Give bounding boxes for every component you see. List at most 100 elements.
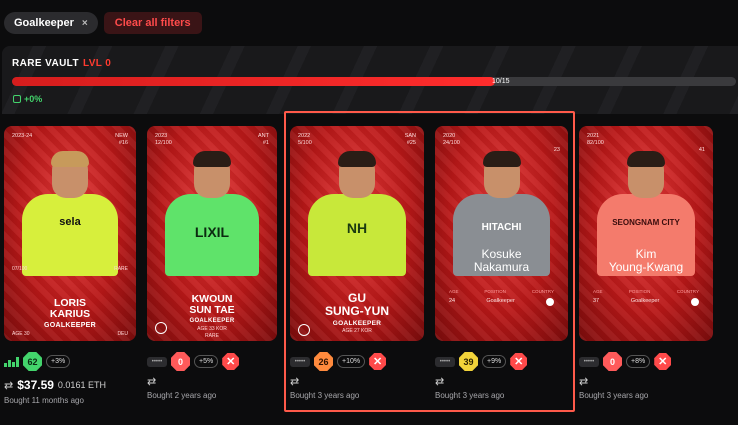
stat-label-country: COUNTRY	[676, 289, 699, 294]
player-position: GOALKEEPER	[189, 318, 235, 324]
card-stat-labels: AGE POSITION COUNTRY	[449, 289, 554, 294]
vault-title-text: RARE VAULT	[12, 58, 79, 69]
player-last-name: KARIUS	[49, 308, 91, 321]
player-card-kim[interactable]: 2021 82/100 41 SEONGNAM CITY Kim Young-Kw…	[579, 126, 713, 341]
player-name: Kim Young-Kwang	[579, 248, 713, 273]
card-serial: 5/100	[298, 140, 312, 146]
player-hair	[627, 151, 665, 167]
player-last-name: SUN TAE	[189, 304, 235, 317]
player-jersey: sela	[22, 194, 118, 276]
country-flag-icon	[691, 298, 699, 306]
stat-label-position: POSITION	[628, 289, 651, 294]
jersey-sponsor: LIXIL	[194, 224, 230, 240]
card-tag: 23	[554, 133, 560, 154]
player-card-karius[interactable]: 2023-24 NEW #16 sela 07/100 RARE LORIS KA…	[4, 126, 136, 341]
swap-icon[interactable]: ⇄	[579, 375, 588, 388]
form-dots-icon: •••••	[147, 356, 167, 367]
score-badge: 0	[603, 352, 622, 371]
jersey-sponsor: SEONGNAM CITY	[612, 218, 680, 227]
card-badge-icon	[155, 322, 167, 334]
bought-date: Bought 11 months ago	[4, 396, 84, 405]
player-image: sela	[22, 148, 118, 276]
card-tag-top: ANT	[258, 133, 269, 139]
player-image: LIXIL	[165, 148, 259, 276]
player-name: KWOUN SUN TAE	[147, 293, 277, 317]
player-card-gu[interactable]: 2022 5/100 SAN #25 NH GU SUNG-YUN GOALKEEP…	[290, 126, 424, 341]
remove-icon[interactable]: ✕	[510, 353, 528, 370]
vault-progress-bar	[12, 77, 736, 86]
player-jersey: NH	[308, 194, 406, 276]
filter-bar: Goalkeeper × Clear all filters	[4, 12, 202, 34]
form-bars-icon	[4, 356, 19, 367]
player-last-name: Nakamura	[473, 259, 530, 274]
card-header: 2023-24 NEW #16	[12, 133, 128, 147]
card-trade-row: ⇄	[147, 375, 156, 388]
card-tag: ANT #1	[258, 133, 269, 147]
player-card-kwoun[interactable]: 2023 12/100 ANT #1 LIXIL KWOUN SUN TAE GOA…	[147, 126, 277, 341]
form-dots-icon: •••••	[290, 356, 310, 367]
player-last-name: Young-Kwang	[608, 259, 684, 274]
swap-icon[interactable]: ⇄	[290, 375, 299, 388]
player-position: Goalkeeper	[486, 298, 515, 304]
remove-icon[interactable]: ✕	[222, 353, 240, 370]
card-tag-num: #25	[406, 140, 416, 146]
player-age: AGE 30	[12, 331, 30, 337]
remove-icon[interactable]: ✕	[654, 353, 672, 370]
card-trade-row: ⇄	[290, 375, 299, 388]
player-country: KOR	[361, 328, 372, 334]
card-trade-row: ⇄	[435, 375, 444, 388]
player-first-name: Kosuke	[481, 247, 522, 261]
card-serial: 82/100	[587, 140, 604, 146]
card-season: 2020	[443, 133, 456, 139]
stat-label-age: AGE	[449, 289, 459, 294]
player-country: DEU	[117, 331, 128, 337]
score-badge: 0	[171, 352, 190, 371]
stat-label-age: AGE	[593, 289, 603, 294]
card-serial: 24/100	[443, 140, 460, 146]
bought-date: Bought 3 years ago	[290, 391, 360, 400]
card-stats-row: ••••• 0 +8% ✕	[579, 352, 672, 371]
bought-date: Bought 3 years ago	[579, 391, 649, 400]
player-age: AGE 27	[342, 328, 360, 334]
vault-gain: +0%	[13, 94, 42, 104]
score-badge: 39	[459, 352, 478, 371]
card-price-eth: 0.0161 ETH	[57, 380, 106, 390]
card-stats-row: ••••• 0 +5% ✕	[147, 352, 240, 371]
vault-level: LVL 0	[82, 58, 112, 69]
score-badge: 62	[23, 352, 42, 371]
stat-label-position: POSITION	[484, 289, 506, 294]
player-age: AGE 33	[197, 326, 215, 332]
clear-all-filters-button[interactable]: Clear all filters	[103, 12, 202, 34]
filter-chip-goalkeeper[interactable]: Goalkeeper ×	[4, 12, 98, 34]
bonus-badge: +10%	[337, 355, 366, 368]
player-name: Kosuke Nakamura	[435, 248, 568, 273]
card-stat-labels: AGE POSITION COUNTRY	[593, 289, 699, 294]
rare-vault-banner: RARE VAULT LVL 0 10/15 +0%	[2, 46, 738, 114]
card-stats-row: ••••• 26 +10% ✕	[290, 352, 387, 371]
card-season: 2023-24	[12, 133, 33, 139]
player-name: GU SUNG-YUN	[290, 292, 424, 317]
card-serial-row: 07/100 RARE	[12, 266, 128, 272]
swap-icon[interactable]: ⇄	[147, 375, 156, 388]
bonus-badge: +5%	[194, 355, 219, 368]
remove-icon[interactable]: ✕	[369, 353, 387, 370]
player-hair	[193, 151, 231, 167]
card-stats-row: ••••• 39 +9% ✕	[435, 352, 528, 371]
close-icon[interactable]: ×	[82, 18, 88, 29]
vault-progress-count: 10/15	[492, 78, 510, 85]
card-serial: 12/100	[155, 140, 172, 146]
card-tag: NEW #16	[115, 133, 128, 147]
filter-chip-label: Goalkeeper	[14, 17, 74, 29]
player-position: Goalkeeper	[630, 298, 660, 304]
swap-icon[interactable]: ⇄	[435, 375, 444, 388]
card-stats: 37 Goalkeeper	[593, 298, 699, 306]
player-first-name: GU	[348, 291, 366, 305]
card-rarity: RARE	[205, 333, 219, 339]
card-badge-icon	[298, 324, 310, 336]
swap-icon[interactable]: ⇄	[4, 379, 13, 392]
vault-progress-fill	[12, 77, 495, 86]
vault-gain-value: +0%	[24, 94, 43, 104]
page: Goalkeeper × Clear all filters RARE VAUL…	[0, 0, 738, 425]
card-price: $37.59	[17, 378, 54, 392]
player-card-nakamura[interactable]: 2020 24/100 23 HITACHI Kosuke Nakamura AG…	[435, 126, 568, 341]
